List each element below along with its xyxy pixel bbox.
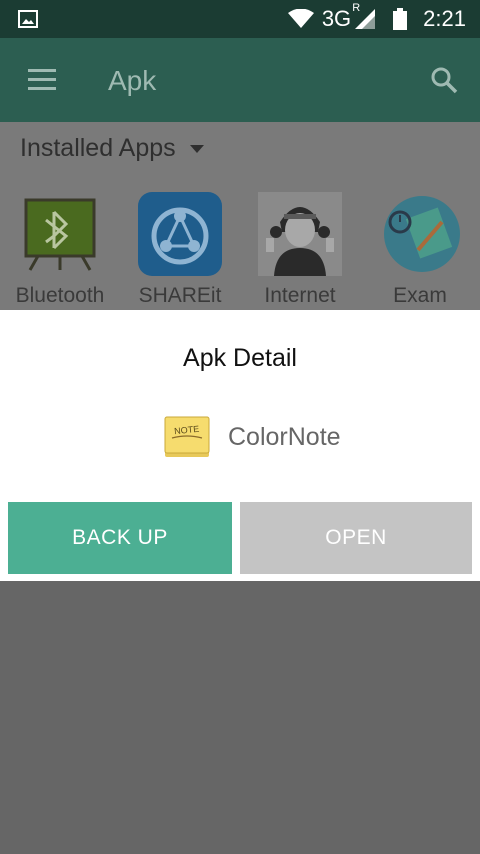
- status-bar: 3G R 2:21: [0, 0, 480, 38]
- app-label: Exam: [393, 284, 447, 307]
- app-grid: Bluetooth SHAREit Internet Exam: [0, 192, 480, 310]
- wifi-icon: [287, 9, 314, 28]
- exam-icon: [378, 192, 462, 276]
- search-icon[interactable]: [430, 66, 458, 94]
- app-item-shareit[interactable]: SHAREit: [120, 192, 240, 308]
- app-label: SHAREit: [138, 284, 222, 307]
- app-item-internet[interactable]: Internet: [240, 192, 360, 308]
- app-detail-row: NOTE ColorNote: [164, 414, 341, 460]
- menu-icon[interactable]: [28, 69, 56, 91]
- app-label: Internet: [264, 284, 336, 307]
- bluetooth-icon: [18, 192, 102, 276]
- network-indicator: 3G R: [321, 2, 361, 31]
- back-up-button[interactable]: BACK UP: [8, 502, 232, 574]
- toolbar-title: Apk: [108, 65, 157, 96]
- apk-detail-dialog: Apk Detail NOTE ColorNote BACK UP OPEN: [0, 310, 480, 581]
- shareit-icon: [138, 192, 222, 276]
- filter-dropdown[interactable]: Installed Apps: [20, 134, 204, 163]
- image-notification-icon: [18, 10, 38, 28]
- app-list-area: Installed Apps Bluetooth SHAREit Interne…: [0, 122, 480, 310]
- clock: 2:21: [423, 6, 466, 31]
- open-button[interactable]: OPEN: [240, 502, 472, 574]
- app-name: ColorNote: [228, 422, 341, 451]
- app-label: Bluetooth: [15, 284, 105, 307]
- chevron-down-icon: [189, 144, 204, 153]
- dialog-title: Apk Detail: [183, 344, 297, 372]
- colornote-icon: NOTE: [164, 416, 210, 457]
- battery-icon: [393, 8, 408, 30]
- app-item-bluetooth[interactable]: Bluetooth: [0, 192, 120, 308]
- app-item-exam[interactable]: Exam: [360, 192, 480, 308]
- internet-app-icon: [258, 192, 342, 276]
- filter-label: Installed Apps: [20, 134, 176, 162]
- app-toolbar: Apk: [0, 38, 480, 122]
